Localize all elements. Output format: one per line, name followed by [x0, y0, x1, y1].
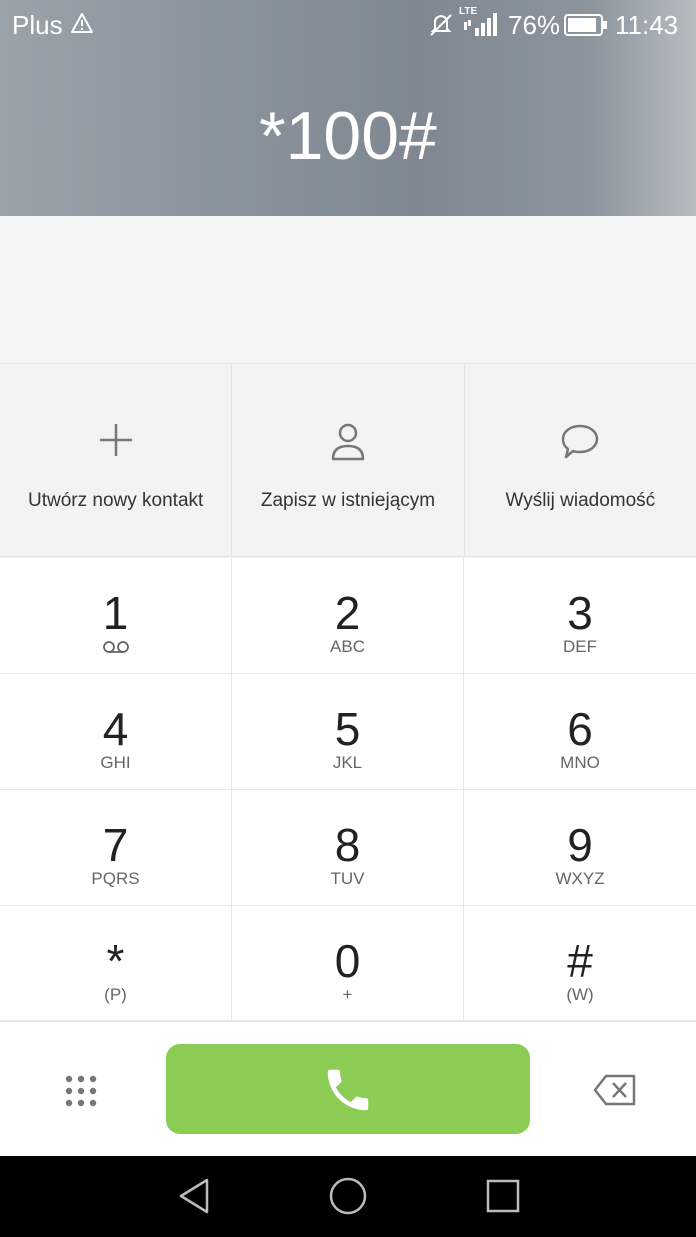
key-digit: 0 — [334, 935, 361, 987]
key-5[interactable]: 5 JKL — [232, 674, 464, 790]
key-letters: MNO — [560, 753, 600, 772]
key-digit: 9 — [567, 819, 593, 871]
status-bar: Plus LTE 76% 11:43 — [0, 0, 696, 50]
key-digit: 3 — [567, 587, 593, 639]
plus-icon — [98, 422, 134, 463]
recents-icon[interactable] — [485, 1176, 521, 1221]
voicemail-icon — [102, 640, 130, 659]
key-3[interactable]: 3 DEF — [464, 558, 696, 674]
key-1[interactable]: 1 — [0, 558, 232, 674]
warning-icon — [70, 12, 94, 39]
key-6[interactable]: 6 MNO — [464, 674, 696, 790]
key-hash[interactable]: # (W) — [464, 906, 696, 1021]
battery-percent: 76% — [508, 10, 561, 40]
create-contact-label: Utwórz nowy kontakt — [28, 490, 204, 511]
key-digit: 6 — [567, 703, 593, 755]
back-icon[interactable] — [176, 1176, 212, 1221]
key-9[interactable]: 9 WXYZ — [464, 790, 696, 906]
key-letters: GHI — [100, 753, 131, 772]
suggestion-area — [0, 216, 696, 363]
mute-icon — [428, 12, 454, 43]
key-7[interactable]: 7 PQRS — [0, 790, 232, 906]
send-message-action[interactable]: Wyślij wiadomość — [465, 364, 696, 556]
dialpad-icon[interactable] — [62, 1072, 100, 1110]
key-letters: (W) — [566, 985, 594, 1004]
dialed-number[interactable]: *100# — [0, 96, 696, 176]
key-letters: TUV — [330, 869, 365, 888]
add-to-existing-label: Zapisz w istniejącym — [260, 490, 436, 511]
key-letters: (P) — [104, 985, 127, 1004]
dial-keypad: 1 2 ABC 3 DEF 4 GHI 5 JKL 6 MNO 7 PQRS 8… — [0, 558, 696, 1021]
key-0[interactable]: 0 + — [232, 906, 464, 1021]
key-8[interactable]: 8 TUV — [232, 790, 464, 906]
backspace-icon[interactable] — [592, 1072, 638, 1108]
phone-icon — [327, 1069, 369, 1111]
home-icon[interactable] — [328, 1176, 368, 1221]
signal-icon — [463, 12, 499, 43]
battery-icon — [564, 13, 608, 42]
key-letters: DEF — [563, 637, 597, 656]
key-digit: 2 — [334, 587, 361, 639]
key-letters: WXYZ — [555, 869, 605, 888]
create-contact-action[interactable]: Utwórz nowy kontakt — [0, 364, 233, 556]
key-digit: 4 — [102, 703, 129, 755]
key-star[interactable]: * (P) — [0, 906, 232, 1021]
key-digit: * — [106, 935, 125, 987]
person-icon — [330, 422, 366, 467]
key-letters: + — [342, 985, 353, 1004]
key-digit: # — [567, 935, 593, 987]
send-message-label: Wyślij wiadomość — [505, 490, 656, 511]
contact-actions: Utwórz nowy kontakt Zapisz w istniejącym… — [0, 363, 696, 557]
key-digit: 1 — [102, 587, 129, 639]
key-2[interactable]: 2 ABC — [232, 558, 464, 674]
key-4[interactable]: 4 GHI — [0, 674, 232, 790]
key-digit: 5 — [334, 703, 361, 755]
chat-bubble-icon — [559, 422, 601, 467]
navigation-bar — [0, 1156, 696, 1237]
key-letters: PQRS — [91, 869, 140, 888]
call-button[interactable] — [166, 1044, 530, 1134]
dialer-header: Plus LTE 76% 11:43 *100# — [0, 0, 696, 216]
carrier-name: Plus — [12, 10, 63, 40]
key-digit: 8 — [334, 819, 361, 871]
clock: 11:43 — [615, 10, 679, 40]
key-digit: 7 — [102, 819, 129, 871]
add-to-existing-action[interactable]: Zapisz w istniejącym — [232, 364, 465, 556]
dialer-bottom-bar — [0, 1021, 696, 1156]
key-letters: ABC — [330, 637, 365, 656]
key-letters: JKL — [332, 753, 363, 772]
